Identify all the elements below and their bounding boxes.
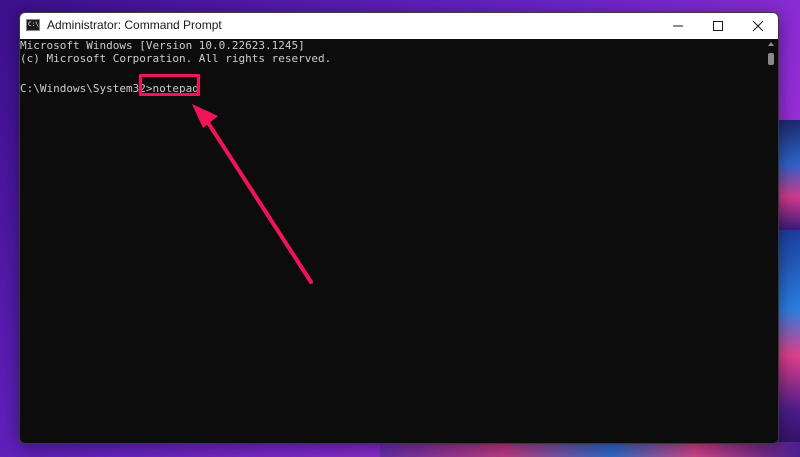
command-highlight-box [139,74,200,96]
minimize-icon [673,25,683,27]
vertical-scrollbar[interactable] [765,39,778,443]
window-title: Administrator: Command Prompt [47,18,222,32]
minimize-button[interactable] [658,13,698,39]
desktop-wallpaper-shard [776,230,800,457]
maximize-icon [713,21,723,31]
command-prompt-icon: C:\ [26,19,40,31]
prompt-path: C:\Windows\System32> [20,82,153,95]
command-prompt-window[interactable]: C:\ Administrator: Command Prompt Micros… [19,12,779,444]
desktop-wallpaper-shard [776,120,800,230]
scrollbar-thumb[interactable] [768,53,774,65]
terminal-line: (c) Microsoft Corporation. All rights re… [20,52,332,65]
close-icon [752,20,764,32]
title-bar[interactable]: C:\ Administrator: Command Prompt [20,13,778,39]
maximize-button[interactable] [698,13,738,39]
close-button[interactable] [738,13,778,39]
scroll-up-icon[interactable] [768,42,774,46]
terminal-line: Microsoft Windows [Version 10.0.22623.12… [20,39,305,52]
desktop-wallpaper-shard [380,442,800,457]
terminal-output[interactable]: Microsoft Windows [Version 10.0.22623.12… [20,39,765,443]
